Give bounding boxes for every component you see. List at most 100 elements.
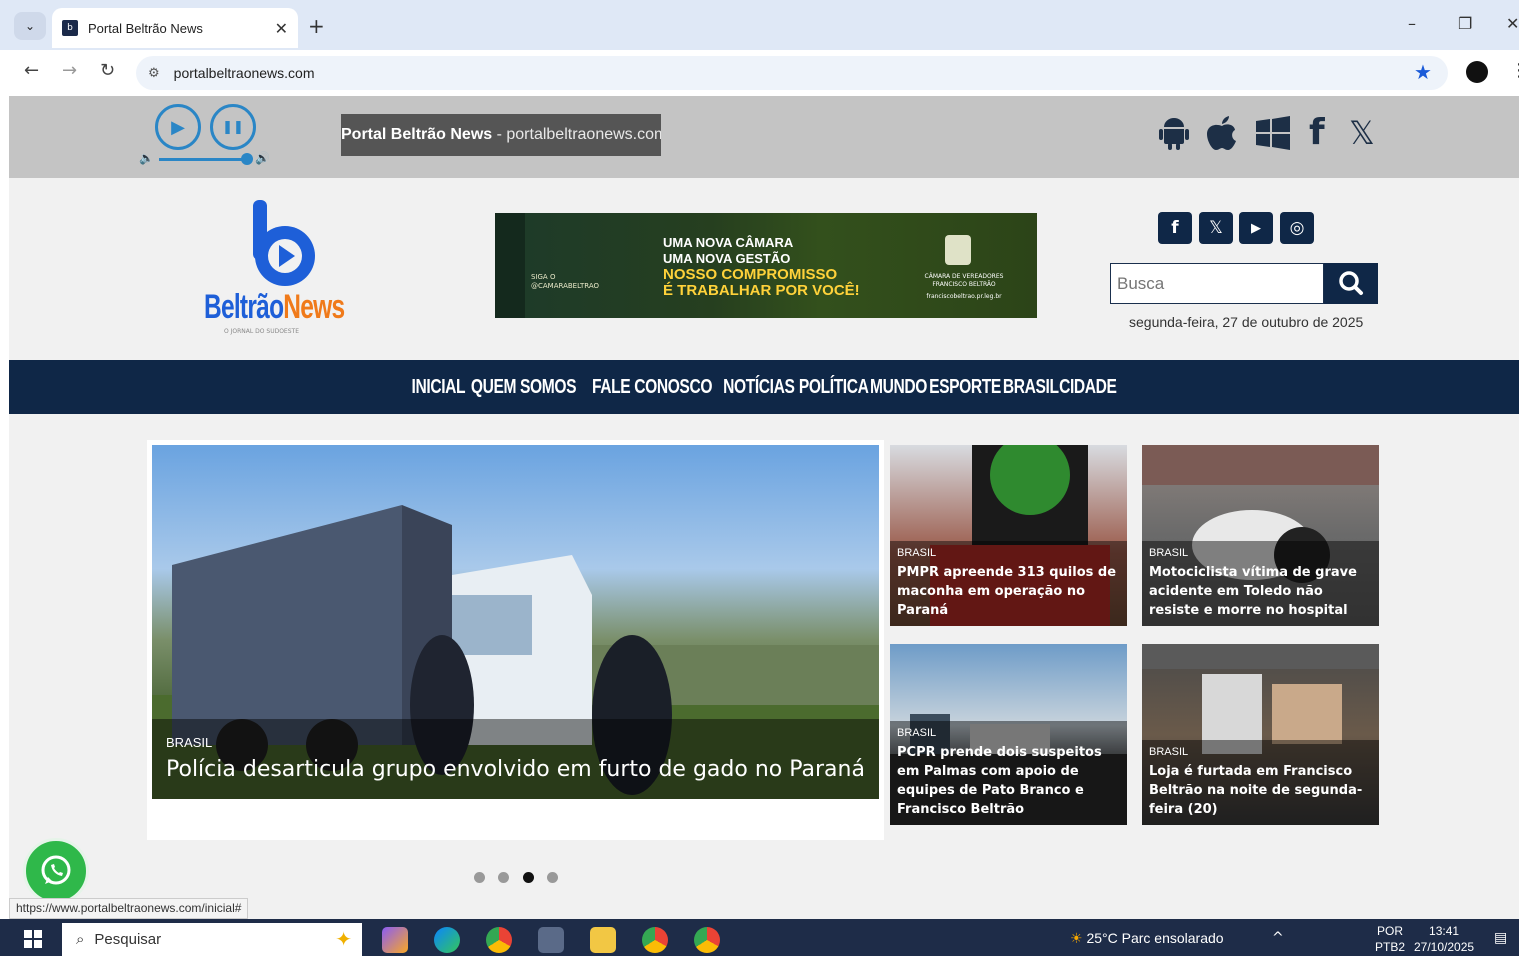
news-title[interactable]: Loja é furtada em Francisco Beltrão na n… — [1149, 762, 1372, 819]
windows-icon[interactable] — [1256, 116, 1290, 158]
taskbar-search-label: Pesquisar — [94, 931, 162, 948]
whatsapp-button[interactable] — [23, 838, 89, 904]
taskbar-app-edge[interactable] — [434, 927, 460, 953]
banner-headline: UMA NOVA CÂMARA UMA NOVA GESTÃO NOSSO CO… — [663, 235, 860, 299]
apple-icon[interactable] — [1207, 116, 1237, 158]
news-card[interactable]: BRASIL PMPR apreende 313 quilos de macon… — [890, 445, 1127, 626]
pause-button[interactable]: ❚❚ — [210, 104, 256, 150]
banner-left-text: SIGA O @CAMARABELTRAO — [531, 273, 600, 290]
nav-esporte[interactable]: ESPORTE — [929, 376, 1001, 399]
close-icon[interactable]: ✕ — [275, 19, 288, 38]
facebook-icon[interactable]: f — [1309, 112, 1325, 153]
minimize-icon: – — [1408, 14, 1416, 33]
hero-caption: BRASIL Polícia desarticula grupo envolvi… — [152, 719, 879, 799]
slider-dot[interactable] — [547, 872, 558, 883]
nav-brasil[interactable]: BRASIL — [1003, 376, 1059, 399]
web-page: ▶ ❚❚ 🔈 🔊 Portal Beltrão News - portalbel… — [9, 96, 1519, 919]
tray-overflow-icon[interactable]: ^ — [1272, 930, 1284, 946]
news-category[interactable]: BRASIL — [897, 547, 1120, 559]
nav-fale-conosco[interactable]: FALE CONOSCO — [592, 376, 713, 399]
back-icon: ← — [24, 60, 40, 81]
search-icon — [1339, 271, 1363, 295]
language-indicator[interactable]: POR PTB2 — [1375, 923, 1405, 955]
banner-right-text: CÂMARA DE VEREADORES FRANCISCO BELTRÃO f… — [924, 273, 1004, 300]
new-tab-button[interactable]: + — [308, 14, 325, 38]
nav-noticias[interactable]: NOTÍCIAS — [723, 376, 795, 399]
slider-dot[interactable] — [474, 872, 485, 883]
notification-icon[interactable]: ▤ — [1494, 930, 1507, 946]
start-button[interactable] — [24, 930, 42, 952]
taskbar-app-chrome-3[interactable] — [694, 927, 720, 953]
x-icon[interactable]: 𝕏 — [1349, 114, 1375, 152]
news-title[interactable]: Motociclista vítima de grave acidente em… — [1149, 563, 1372, 620]
youtube-button[interactable]: ▶ — [1239, 212, 1273, 244]
tab-list-button[interactable]: ⌄ — [14, 12, 46, 40]
news-card[interactable]: BRASIL Motociclista vítima de grave acid… — [1142, 445, 1379, 626]
menu-icon[interactable]: ⋮ — [1510, 60, 1519, 81]
radio-player-bar: ▶ ❚❚ 🔈 🔊 Portal Beltrão News - portalbel… — [9, 96, 1519, 178]
search-icon: ⌕ — [76, 931, 85, 948]
close-icon: ✕ — [1506, 14, 1519, 33]
forward-icon: → — [62, 60, 78, 81]
nav-mundo[interactable]: MUNDO — [870, 376, 927, 399]
news-title[interactable]: PMPR apreende 313 quilos de maconha em o… — [897, 563, 1120, 620]
taskbar-app-calc[interactable] — [538, 927, 564, 953]
play-icon: ▶ — [171, 116, 185, 138]
plus-icon: + — [308, 14, 325, 38]
volume-slider-handle[interactable] — [241, 153, 253, 165]
facebook-button[interactable]: f — [1158, 212, 1192, 244]
search-button[interactable] — [1324, 263, 1378, 304]
nav-politica[interactable]: POLÍTICA — [799, 376, 869, 399]
current-date: segunda-feira, 27 de outubro de 2025 — [1129, 314, 1364, 330]
now-playing-marquee: Portal Beltrão News - portalbeltraonews.… — [341, 114, 661, 156]
chamber-seal-icon — [945, 235, 971, 265]
station-name: Portal Beltrão News — [341, 126, 493, 143]
url-text[interactable]: portalbeltraonews.com — [174, 65, 315, 81]
taskbar-app-chrome-2[interactable] — [642, 927, 668, 953]
omnibox[interactable]: ⚙ portalbeltraonews.com — [136, 56, 1448, 90]
slider-dot-active[interactable] — [523, 872, 534, 883]
site-info-icon[interactable]: ⚙ — [148, 66, 160, 81]
taskbar-app-chrome[interactable] — [486, 927, 512, 953]
slider-dot[interactable] — [498, 872, 509, 883]
news-category[interactable]: BRASIL — [1149, 547, 1372, 559]
taskbar-app-explorer[interactable] — [590, 927, 616, 953]
instagram-button[interactable]: ◎ — [1280, 212, 1314, 244]
news-card[interactable]: BRASIL Loja é furtada em Francisco Beltr… — [1142, 644, 1379, 825]
site-logo[interactable]: BeltrãoNews O JORNAL DO SUDOESTE — [204, 200, 374, 340]
avatar[interactable] — [1466, 61, 1488, 83]
clock[interactable]: 13:41 27/10/2025 — [1414, 923, 1474, 955]
logo-b-icon — [253, 200, 315, 286]
nav-quem-somos[interactable]: QUEM SOMOS — [471, 376, 577, 399]
taskbar-app-copilot[interactable] — [382, 927, 408, 953]
x-button[interactable]: 𝕏 — [1199, 212, 1233, 244]
news-category[interactable]: BRASIL — [1149, 746, 1372, 758]
restore-button[interactable]: ❐ — [1458, 14, 1472, 33]
news-title[interactable]: PCPR prende dois suspeitos em Palmas com… — [897, 743, 1120, 819]
android-icon[interactable] — [1159, 116, 1189, 157]
hero-news-card[interactable]: BRASIL Polícia desarticula grupo envolvi… — [152, 445, 879, 799]
search-input[interactable] — [1111, 264, 1323, 303]
nav-cidade[interactable]: CIDADE — [1059, 376, 1117, 399]
restore-icon: ❐ — [1458, 14, 1473, 33]
star-icon[interactable]: ★ — [1414, 60, 1432, 84]
hero-category[interactable]: BRASIL — [166, 735, 865, 750]
browser-tab[interactable]: b Portal Beltrão News ✕ — [52, 8, 298, 48]
play-button[interactable]: ▶ — [155, 104, 201, 150]
taskbar-weather[interactable]: ☀ 25°C Parc ensolarado — [1070, 930, 1224, 947]
back-button[interactable]: ← — [24, 60, 39, 81]
close-window-button[interactable]: ✕ — [1506, 14, 1519, 33]
taskbar-search[interactable]: ⌕ Pesquisar ✦ — [62, 923, 362, 956]
minimize-button[interactable]: – — [1408, 14, 1416, 33]
forward-button[interactable]: → — [62, 60, 77, 81]
banner-ad[interactable]: SIGA O @CAMARABELTRAO UMA NOVA CÂMARA UM… — [495, 213, 1037, 318]
news-card[interactable]: BRASIL PCPR prende dois suspeitos em Pal… — [890, 644, 1127, 825]
logo-tagline: O JORNAL DO SUDOESTE — [224, 328, 299, 335]
nav-inicial[interactable]: INICIAL — [411, 376, 465, 399]
reload-button[interactable]: ↻ — [100, 60, 115, 81]
hero-title[interactable]: Polícia desarticula grupo envolvido em f… — [166, 756, 865, 784]
news-category[interactable]: BRASIL — [897, 727, 1120, 739]
search-box[interactable] — [1110, 263, 1324, 304]
volume-slider[interactable] — [159, 158, 249, 161]
status-url: https://www.portalbeltraonews.com/inicia… — [9, 898, 249, 919]
